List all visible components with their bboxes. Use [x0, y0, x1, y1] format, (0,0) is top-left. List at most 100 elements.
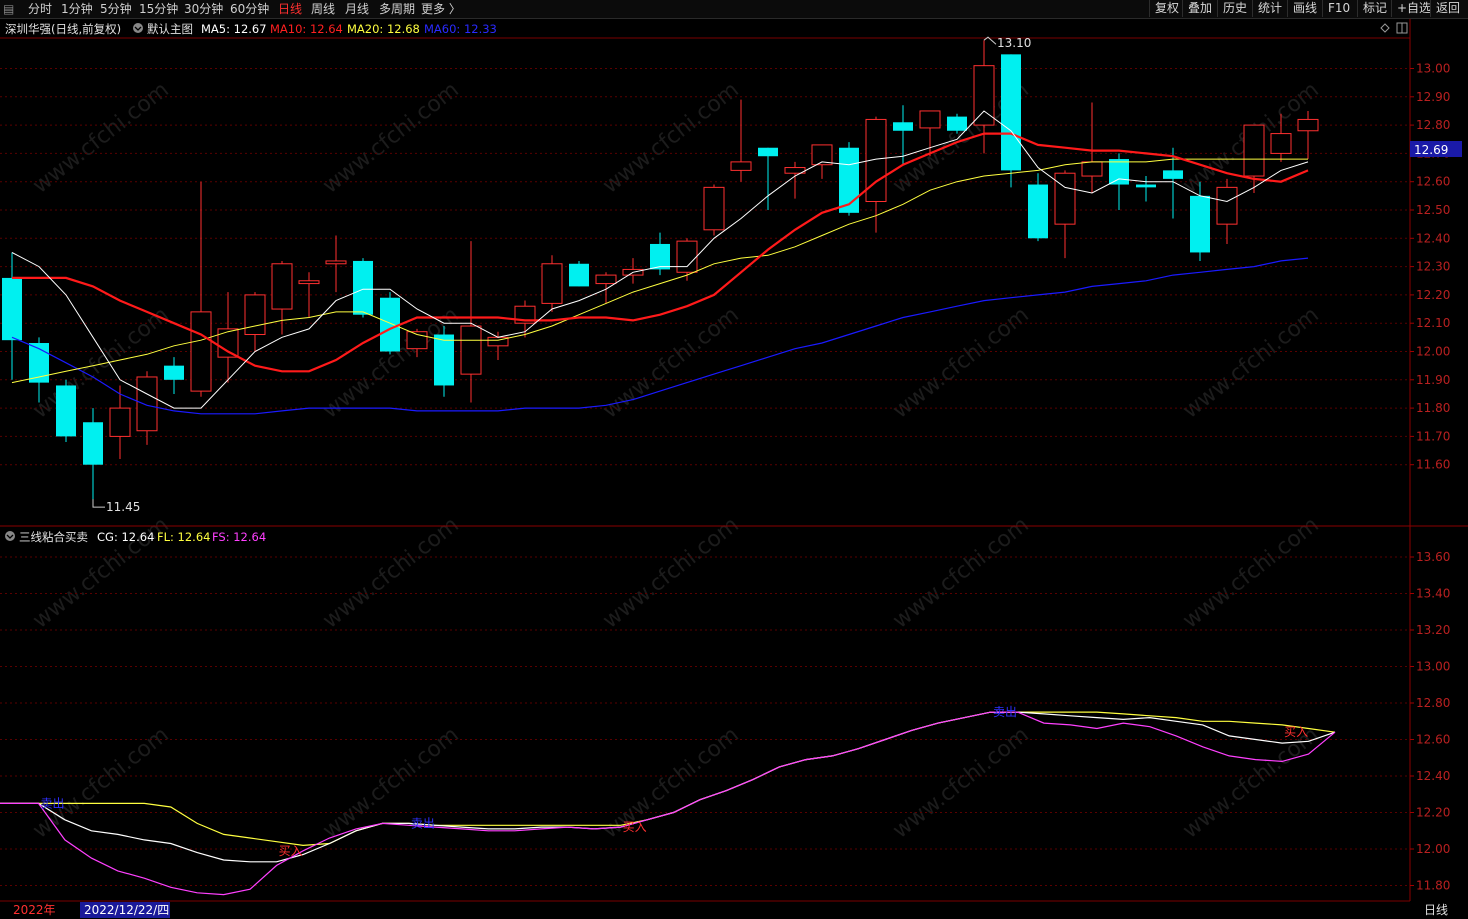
- current-price: 12.69: [1414, 143, 1448, 157]
- indicator-options-icon[interactable]: [5, 531, 15, 541]
- candle-body-up: [217, 328, 239, 358]
- candle-body-down: [1109, 159, 1129, 185]
- period-toolbar: ▤ 分时 1分钟 5分钟 15分钟 30分钟 60分钟 日线 周线 月线 多周期…: [0, 0, 1468, 19]
- period-tab-monthly[interactable]: 月线: [345, 1, 369, 17]
- price-tick: 12.40: [1416, 231, 1450, 245]
- watermark-text: www.cfchi.com: [28, 77, 173, 198]
- period-tab-30min[interactable]: 30分钟: [184, 1, 223, 17]
- time-axis: [0, 901, 1468, 919]
- watermark-text: www.cfchi.com: [888, 722, 1033, 843]
- period-tab-multi[interactable]: 多周期: [379, 1, 415, 17]
- f10-button[interactable]: F10: [1322, 0, 1355, 17]
- indicator-tick: 13.20: [1416, 623, 1450, 637]
- period-tab-15min[interactable]: 15分钟: [139, 1, 178, 17]
- chart-options-icon[interactable]: [133, 23, 143, 33]
- price-tick: 13.00: [1416, 62, 1450, 76]
- draw-button[interactable]: 画线: [1287, 0, 1322, 17]
- watermark-text: www.cfchi.com: [318, 512, 463, 633]
- period-tab-more[interactable]: 更多 〉: [421, 1, 461, 17]
- overlay-button[interactable]: 叠加: [1182, 0, 1217, 17]
- candle-body-down: [1163, 170, 1183, 179]
- period-tab-fenshi[interactable]: 分时: [28, 1, 52, 17]
- candle-body-down: [1190, 195, 1210, 253]
- candle-body-up: [271, 263, 293, 310]
- high-price-label: 13.10: [997, 36, 1031, 50]
- price-tick: 11.90: [1416, 373, 1450, 387]
- period-tab-60min[interactable]: 60分钟: [230, 1, 269, 17]
- ma60-label: MA60: 12.33: [424, 22, 497, 36]
- cursor-date: 2022/12/22/四: [84, 903, 169, 917]
- candle-body-up: [1297, 118, 1319, 132]
- candle-body-up: [1081, 161, 1103, 177]
- period-tab-daily[interactable]: 日线: [278, 1, 302, 17]
- signal-label: 买入: [623, 820, 647, 834]
- chart-area[interactable]: www.cfchi.com www.cfchi.com www.cfchi.com w…: [0, 19, 1468, 919]
- watermark-text: www.cfchi.com: [888, 302, 1033, 423]
- mark-button[interactable]: 标记: [1357, 0, 1392, 17]
- indicator-name[interactable]: 三线粘合买卖: [19, 530, 88, 544]
- signal-label: 卖出: [40, 796, 64, 810]
- price-tick: 12.80: [1416, 118, 1450, 132]
- history-button[interactable]: 历史: [1217, 0, 1252, 17]
- watermark-layer: www.cfchi.com www.cfchi.com www.cfchi.com w…: [28, 77, 1323, 843]
- candle-body-up: [1054, 172, 1076, 225]
- candle-body-down: [758, 147, 778, 157]
- watermark-text: www.cfchi.com: [1178, 512, 1323, 633]
- price-tick: 11.70: [1416, 429, 1450, 443]
- indicator-tick: 12.60: [1416, 733, 1450, 747]
- candle-body-down: [164, 365, 184, 380]
- stats-button[interactable]: 统计: [1252, 0, 1287, 17]
- fl-label: FL: 12.64: [157, 530, 210, 544]
- candle-body-up: [541, 263, 563, 304]
- diamond-icon[interactable]: [1380, 23, 1390, 33]
- candle-body-up: [136, 376, 158, 432]
- indicator-tick: 12.40: [1416, 769, 1450, 783]
- candle-body-down: [56, 385, 76, 437]
- price-tick: 12.10: [1416, 316, 1450, 330]
- candle-body-down: [650, 243, 670, 270]
- candle-body-down: [2, 277, 22, 341]
- signal-label: 买入: [1284, 725, 1308, 739]
- signal-label: 卖出: [411, 816, 435, 830]
- candle-body-up: [460, 325, 482, 375]
- candle-body-down: [947, 116, 967, 131]
- period-tab-weekly[interactable]: 周线: [311, 1, 335, 17]
- candle-body-down: [1028, 184, 1048, 239]
- price-tick: 11.80: [1416, 401, 1450, 415]
- watermark-text: www.cfchi.com: [598, 77, 743, 198]
- price-tick: 12.90: [1416, 90, 1450, 104]
- ma5-label: MA5: 12.67: [201, 22, 267, 36]
- adjust-button[interactable]: 复权: [1149, 0, 1184, 17]
- indicator-tick: 13.60: [1416, 550, 1450, 564]
- indicator-tick: 12.80: [1416, 696, 1450, 710]
- chart-name[interactable]: 默认主图: [147, 22, 193, 36]
- period-label: 日线: [1424, 903, 1448, 917]
- indicator-tick: 11.80: [1416, 879, 1450, 893]
- price-tick: 12.50: [1416, 203, 1450, 217]
- price-tick: 11.60: [1416, 458, 1450, 472]
- signal-label: 买入: [279, 844, 303, 858]
- signal-label: 卖出: [993, 705, 1017, 719]
- ma10-label: MA10: 12.64: [270, 22, 343, 36]
- period-tab-1min[interactable]: 1分钟: [61, 1, 93, 17]
- candle-body-down: [1136, 184, 1156, 188]
- watermark-text: www.cfchi.com: [598, 512, 743, 633]
- watermark-text: www.cfchi.com: [1178, 722, 1323, 843]
- back-button[interactable]: 返回: [1430, 0, 1465, 17]
- price-tick: 12.00: [1416, 345, 1450, 359]
- candle-body-up: [1270, 133, 1292, 154]
- menu-icon[interactable]: ▤: [3, 1, 14, 17]
- watermark-text: www.cfchi.com: [598, 302, 743, 423]
- candle-body-up: [919, 110, 941, 129]
- watermark-text: www.cfchi.com: [888, 512, 1033, 633]
- candle-body-up: [703, 186, 725, 231]
- candle-body-up: [325, 260, 347, 265]
- indicator-tick: 13.40: [1416, 587, 1450, 601]
- candle-body-up: [244, 294, 266, 336]
- fs-label: FS: 12.64: [212, 530, 266, 544]
- low-marker-arrow: [92, 499, 105, 508]
- indicator-tick: 12.00: [1416, 842, 1450, 856]
- year-label: 2022年: [13, 903, 56, 917]
- period-tab-5min[interactable]: 5分钟: [100, 1, 132, 17]
- candle-body-down: [1001, 54, 1021, 171]
